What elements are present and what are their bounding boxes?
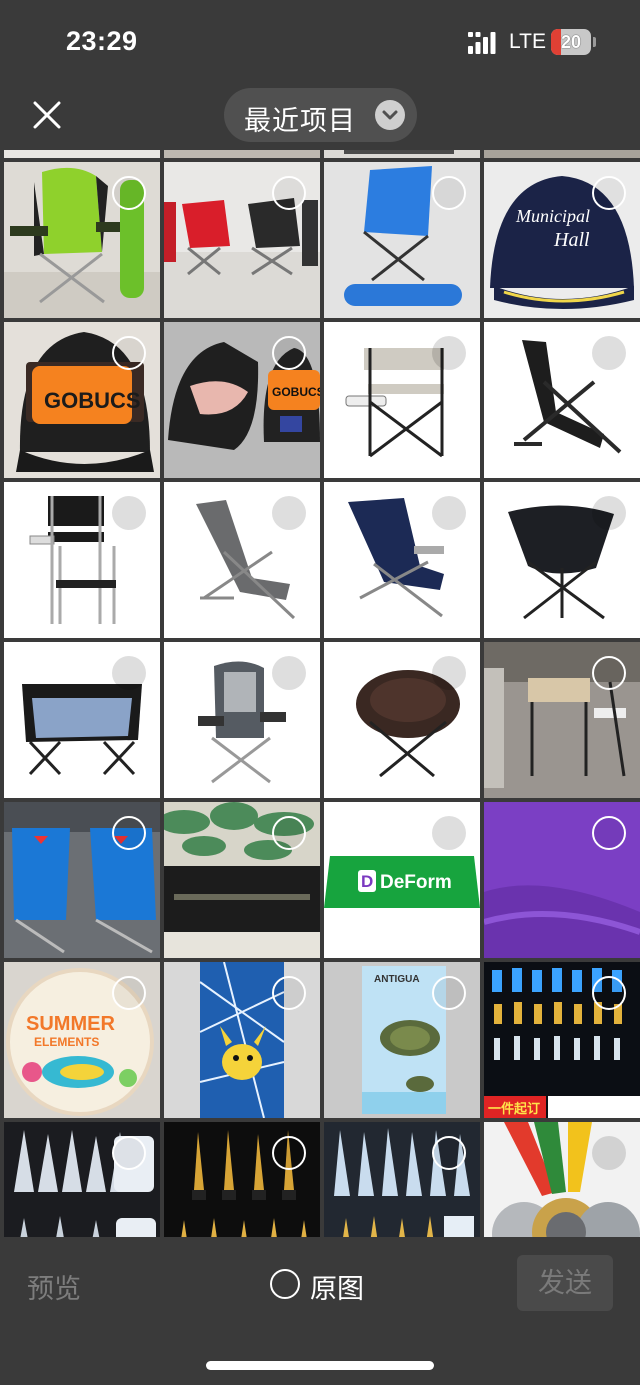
- photo-thumbnail[interactable]: [4, 482, 160, 638]
- photo-thumbnail[interactable]: D DeForm: [324, 802, 480, 958]
- photo-thumbnail[interactable]: [324, 322, 480, 478]
- photo-thumbnail[interactable]: [164, 802, 320, 958]
- send-button[interactable]: 发送: [517, 1255, 613, 1311]
- photo-thumbnail[interactable]: [164, 962, 320, 1118]
- svg-text:ELEMENTS: ELEMENTS: [34, 1035, 99, 1049]
- photo-grid: Municipal Hall GOBUCS GOBUCS D DeForm SU…: [0, 150, 640, 1237]
- photo-thumbnail[interactable]: [164, 1122, 320, 1237]
- photo-thumbnail[interactable]: GOBUCS: [164, 322, 320, 478]
- photo-thumbnail[interactable]: [324, 162, 480, 318]
- photo-thumbnail[interactable]: SUMMER ELEMENTS: [4, 962, 160, 1118]
- network-type: LTE: [509, 30, 546, 53]
- close-icon[interactable]: [30, 98, 64, 132]
- select-circle[interactable]: [112, 176, 146, 210]
- select-circle[interactable]: [432, 496, 466, 530]
- photo-thumbnail[interactable]: [4, 1122, 160, 1237]
- radio-circle-icon: [270, 1269, 300, 1299]
- home-indicator: [206, 1361, 434, 1370]
- select-circle[interactable]: [432, 976, 466, 1010]
- photo-thumbnail[interactable]: [4, 802, 160, 958]
- photo-thumbnail[interactable]: [484, 482, 640, 638]
- photo-thumbnail[interactable]: [4, 642, 160, 798]
- select-circle[interactable]: [272, 496, 306, 530]
- select-circle[interactable]: [592, 656, 626, 690]
- svg-text:ANTIGUA: ANTIGUA: [374, 974, 420, 985]
- nav-bar: 最近项目: [0, 84, 640, 150]
- signal-icon: [468, 32, 496, 54]
- select-circle[interactable]: [592, 176, 626, 210]
- select-circle[interactable]: [432, 656, 466, 690]
- svg-text:SUMMER: SUMMER: [26, 1013, 115, 1035]
- photo-thumbnail[interactable]: [4, 150, 160, 158]
- select-circle[interactable]: [112, 496, 146, 530]
- photo-thumbnail[interactable]: 一件起订: [484, 962, 640, 1118]
- battery-cap: [593, 37, 596, 47]
- photo-thumbnail[interactable]: [4, 162, 160, 318]
- select-circle[interactable]: [592, 496, 626, 530]
- select-circle[interactable]: [112, 816, 146, 850]
- select-circle[interactable]: [272, 976, 306, 1010]
- photo-thumbnail[interactable]: [164, 150, 320, 158]
- svg-text:GOBUCS: GOBUCS: [272, 385, 320, 399]
- photo-thumbnail[interactable]: [164, 162, 320, 318]
- select-circle[interactable]: [272, 816, 306, 850]
- album-title: 最近项目: [244, 106, 356, 136]
- select-circle[interactable]: [272, 336, 306, 370]
- select-circle[interactable]: [432, 1136, 466, 1170]
- select-circle[interactable]: [112, 976, 146, 1010]
- photo-thumbnail[interactable]: [484, 642, 640, 798]
- svg-text:D: D: [361, 872, 373, 891]
- photo-thumbnail[interactable]: Municipal Hall: [484, 162, 640, 318]
- select-circle[interactable]: [112, 656, 146, 690]
- photo-thumbnail[interactable]: [324, 1122, 480, 1237]
- photo-thumbnail[interactable]: [484, 802, 640, 958]
- chevron-down-icon: [375, 100, 405, 130]
- photo-thumbnail[interactable]: [484, 322, 640, 478]
- album-selector[interactable]: 最近项目: [224, 88, 417, 142]
- photo-thumbnail[interactable]: ANTIGUA: [324, 962, 480, 1118]
- photo-thumbnail[interactable]: [324, 150, 480, 158]
- svg-text:Municipal: Municipal: [515, 206, 590, 226]
- original-image-label: 原图: [310, 1274, 364, 1304]
- svg-text:DeForm: DeForm: [380, 872, 452, 893]
- battery-level: 20: [560, 32, 582, 52]
- select-circle[interactable]: [272, 1136, 306, 1170]
- photo-thumbnail[interactable]: [164, 482, 320, 638]
- status-bar: 23:29 LTE 20: [0, 0, 640, 84]
- bottom-toolbar: 预览 原图 发送: [0, 1237, 640, 1385]
- select-circle[interactable]: [272, 656, 306, 690]
- svg-text:Hall: Hall: [553, 229, 590, 251]
- photo-thumbnail[interactable]: GOBUCS: [4, 322, 160, 478]
- preview-button[interactable]: 预览: [27, 1267, 81, 1306]
- select-circle[interactable]: [272, 176, 306, 210]
- select-circle[interactable]: [592, 1136, 626, 1170]
- photo-thumbnail[interactable]: [484, 1122, 640, 1237]
- svg-text:一件起订: 一件起订: [488, 1101, 540, 1117]
- battery-icon: 20: [551, 29, 591, 55]
- select-circle[interactable]: [592, 976, 626, 1010]
- select-circle[interactable]: [432, 816, 466, 850]
- status-time: 23:29: [66, 26, 138, 56]
- photo-thumbnail[interactable]: [324, 642, 480, 798]
- select-circle[interactable]: [592, 336, 626, 370]
- select-circle[interactable]: [112, 336, 146, 370]
- select-circle[interactable]: [432, 176, 466, 210]
- photo-thumbnail[interactable]: [324, 482, 480, 638]
- select-circle[interactable]: [432, 336, 466, 370]
- select-circle[interactable]: [592, 816, 626, 850]
- select-circle[interactable]: [112, 1136, 146, 1170]
- svg-text:GOBUCS: GOBUCS: [44, 388, 141, 413]
- photo-thumbnail[interactable]: [164, 642, 320, 798]
- photo-thumbnail[interactable]: [484, 150, 640, 158]
- photo-grid-viewport[interactable]: Municipal Hall GOBUCS GOBUCS D DeForm SU…: [0, 150, 640, 1237]
